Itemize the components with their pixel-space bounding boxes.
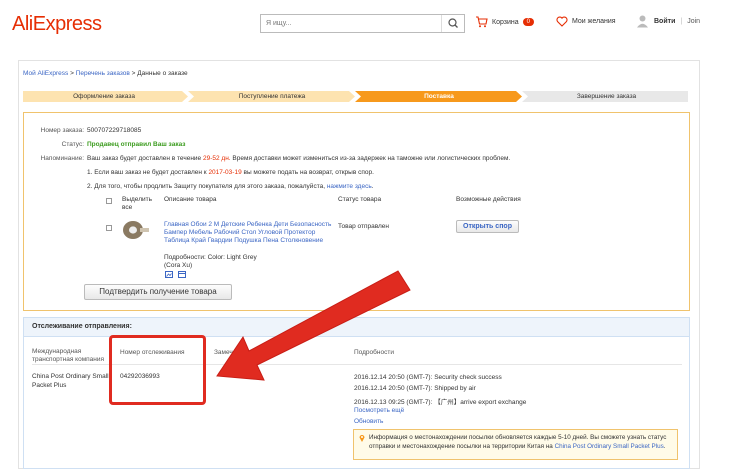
col-select-all: Выделить все [122, 196, 152, 211]
product-thumbnail[interactable] [121, 217, 149, 241]
order-number: 500707229718085 [87, 127, 142, 134]
wishlist-label: Мои желания [572, 18, 616, 25]
tracking-highlight-box [109, 335, 206, 405]
note1-pre: 1. Если ваш заказ не будет доставлен к [87, 169, 207, 176]
tape-roll-image [123, 221, 149, 239]
breadcrumb: Мой AliExpress > Перечень заказов > Данн… [23, 70, 188, 77]
breadcrumb-separator: > [70, 70, 74, 77]
location-pin-icon [359, 435, 365, 442]
cart-icon [476, 16, 488, 28]
extend-protection-link[interactable]: нажмите здесь [327, 183, 372, 190]
col-details: Подробности [354, 349, 394, 356]
tracking-notice: Информация о местонахождении посылки обн… [353, 429, 678, 460]
product-mini-icons [165, 271, 186, 278]
aliexpress-logo[interactable]: AliExpress [12, 13, 102, 36]
note-buyer-protection: 2. Для того, чтобы продлить Защиту покуп… [87, 183, 374, 190]
note2-pre: 2. Для того, чтобы продлить Защиту покуп… [87, 183, 326, 190]
carrier-name: China Post Ordinary Small Packet Plus [32, 373, 109, 389]
col-description: Описание товара [164, 196, 217, 203]
user-icon [637, 15, 648, 28]
open-dispute-button[interactable]: Открыть спор [456, 220, 519, 233]
search-button[interactable] [441, 15, 464, 32]
product-checkbox[interactable] [106, 225, 112, 231]
order-details-box: Номер заказа: 500707229718085 Статус: Пр… [23, 112, 690, 311]
login-link[interactable]: Войти [654, 18, 675, 25]
card-icon[interactable] [178, 271, 186, 278]
order-number-label: Номер заказа: [40, 127, 84, 134]
breadcrumb-my-aliexpress[interactable]: Мой AliExpress [23, 70, 68, 77]
note2-post: . [371, 183, 374, 190]
join-link[interactable]: Join [687, 18, 700, 25]
wishlist-link[interactable]: Мои желания [556, 16, 616, 27]
breadcrumb-order-list[interactable]: Перечень заказов [76, 70, 130, 77]
product-title-link[interactable]: Главная Обои 2 М Детские Ребенка Дети Бе… [164, 221, 334, 245]
product-properties: Подробности: Color: Light Grey [164, 254, 257, 261]
product-status: Товар отправлен [338, 223, 389, 230]
show-more-link[interactable]: Посмотреть ещё [354, 407, 404, 414]
refresh-link[interactable]: Обновить [354, 418, 383, 425]
top-header: AliExpress Корзина 0 Мои желания Войти |… [0, 0, 750, 48]
reminder-post: Время доставки может измениться из-за за… [232, 155, 511, 162]
china-post-link[interactable]: China Post Ordinary Small Packet Plus [555, 443, 664, 450]
select-all-checkbox[interactable] [106, 198, 112, 204]
cart-link[interactable]: Корзина 0 [475, 16, 535, 28]
product-seller: (Cora Xu) [164, 262, 193, 269]
snapshot-icon[interactable] [165, 271, 173, 278]
cart-count-badge: 0 [522, 18, 535, 26]
confirm-receipt-button[interactable]: Подтвердить получение товара [84, 284, 232, 300]
reminder-label: Напоминание: [40, 155, 84, 162]
note1-date: 2017-03-19 [208, 169, 242, 176]
order-status: Продавец отправил Ваш заказ [87, 141, 186, 148]
col-item-status: Статус товара [338, 196, 382, 203]
reminder-days: 29-52 дн. [202, 155, 231, 162]
reminder-text: Ваш заказ будет доставлен в течение 29-5… [87, 155, 677, 162]
notice-post: . [663, 443, 666, 450]
cart-label: Корзина [492, 18, 519, 26]
search-icon [448, 18, 458, 28]
note-refund-date: 1. Если ваш заказ не будет доставлен к 2… [87, 169, 374, 176]
header-divider: | [680, 17, 683, 25]
search-bar [260, 14, 465, 33]
col-notes: Замеча [214, 349, 237, 356]
order-status-label: Статус: [61, 141, 84, 148]
account-area: Войти | Join [636, 14, 700, 28]
col-carrier: Международная транспортная компания [32, 348, 105, 363]
tracking-event: 2016.12.14 20:50 (GMT-7): Shipped by air [354, 385, 476, 392]
reminder-pre: Ваш заказ будет доставлен в течение [87, 155, 202, 162]
note1-post: вы можете подать на возврат, открыв спор… [243, 169, 374, 176]
col-actions: Возможные действия [456, 196, 521, 203]
heart-icon [556, 16, 568, 27]
tracking-event: 2016.12.14 20:50 (GMT-7): Security check… [354, 374, 502, 381]
step-payment-received: Поступление платежа [238, 93, 306, 100]
search-input[interactable] [261, 15, 441, 32]
order-progress-bar: Оформление заказа Поступление платежа По… [23, 91, 688, 102]
step-order-placed: Оформление заказа [73, 93, 135, 100]
step-shipping-active: Поставка [424, 93, 454, 100]
step-order-complete: Завершение заказа [576, 93, 637, 100]
breadcrumb-separator: > [131, 70, 136, 77]
tracking-event: 2016.12.13 09:25 (GMT-7): 【广州】arrive exp… [354, 399, 527, 406]
breadcrumb-current: Данные о заказе [137, 70, 188, 77]
